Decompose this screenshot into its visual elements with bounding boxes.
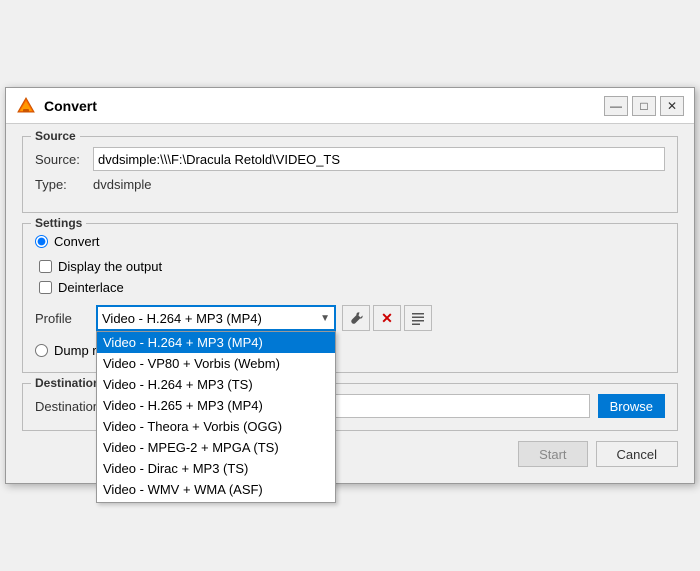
- delete-profile-button[interactable]: ✕: [373, 305, 401, 331]
- maximize-button[interactable]: □: [632, 96, 656, 116]
- window-title: Convert: [44, 98, 97, 114]
- source-input[interactable]: [93, 147, 665, 171]
- deinterlace-label: Deinterlace: [58, 280, 124, 295]
- title-bar-controls: — □ ✕: [604, 96, 684, 116]
- profile-option-3[interactable]: Video - H.265 + MP3 (MP4): [97, 395, 335, 416]
- new-profile-button[interactable]: [404, 305, 432, 331]
- profile-option-8[interactable]: Video - DIV3 + MP3 (ASF): [97, 500, 335, 502]
- deinterlace-checkbox[interactable]: [39, 281, 52, 294]
- list-icon: [411, 311, 425, 325]
- minimize-button[interactable]: —: [604, 96, 628, 116]
- main-window: Convert — □ ✕ Source Source: Type: dvdsi…: [5, 87, 695, 484]
- profile-label: Profile: [35, 311, 90, 326]
- convert-radio-row: Convert: [35, 234, 665, 249]
- display-output-checkbox[interactable]: [39, 260, 52, 273]
- type-field-row: Type: dvdsimple: [35, 177, 665, 192]
- browse-button[interactable]: Browse: [598, 394, 665, 418]
- profile-option-1[interactable]: Video - VP80 + Vorbis (Webm): [97, 353, 335, 374]
- delete-icon: ✕: [381, 310, 393, 327]
- type-value: dvdsimple: [93, 177, 152, 192]
- settings-group: Settings Convert Display the output Dein…: [22, 223, 678, 373]
- title-bar-left: Convert: [16, 96, 97, 116]
- display-output-label: Display the output: [58, 259, 162, 274]
- source-group-title: Source: [31, 129, 80, 143]
- source-field-row: Source:: [35, 147, 665, 171]
- profile-dropdown-inner[interactable]: Video - H.264 + MP3 (MP4) Video - VP80 +…: [97, 332, 335, 502]
- convert-radio-label: Convert: [54, 234, 100, 249]
- title-bar: Convert — □ ✕: [6, 88, 694, 124]
- profile-dropdown-list: Video - H.264 + MP3 (MP4) Video - VP80 +…: [96, 331, 336, 503]
- wrench-button[interactable]: [342, 305, 370, 331]
- wrench-icon: [349, 311, 363, 325]
- cancel-button[interactable]: Cancel: [596, 441, 678, 467]
- profile-option-6[interactable]: Video - Dirac + MP3 (TS): [97, 458, 335, 479]
- profile-actions: ✕: [342, 305, 432, 331]
- source-label: Source:: [35, 152, 85, 167]
- profile-dropdown-trigger[interactable]: Video - H.264 + MP3 (MP4): [96, 305, 336, 331]
- content-area: Source Source: Type: dvdsimple Settings …: [6, 124, 694, 483]
- profile-option-0[interactable]: Video - H.264 + MP3 (MP4): [97, 332, 335, 353]
- profile-option-5[interactable]: Video - MPEG-2 + MPGA (TS): [97, 437, 335, 458]
- close-button[interactable]: ✕: [660, 96, 684, 116]
- destination-group-title: Destination: [31, 376, 104, 390]
- convert-radio[interactable]: [35, 235, 48, 248]
- profile-selected-value: Video - H.264 + MP3 (MP4): [102, 311, 262, 326]
- display-output-row: Display the output: [39, 259, 665, 274]
- source-group: Source Source: Type: dvdsimple: [22, 136, 678, 213]
- profile-option-4[interactable]: Video - Theora + Vorbis (OGG): [97, 416, 335, 437]
- profile-option-7[interactable]: Video - WMV + WMA (ASF): [97, 479, 335, 500]
- dump-radio[interactable]: [35, 344, 48, 357]
- profile-option-2[interactable]: Video - H.264 + MP3 (TS): [97, 374, 335, 395]
- profile-row: Profile Video - H.264 + MP3 (MP4) Video …: [35, 305, 665, 331]
- type-label: Type:: [35, 177, 85, 192]
- start-button[interactable]: Start: [518, 441, 587, 467]
- deinterlace-row: Deinterlace: [39, 280, 665, 295]
- vlc-icon: [16, 96, 36, 116]
- profile-select-wrapper: Video - H.264 + MP3 (MP4) Video - H.264 …: [96, 305, 336, 331]
- settings-group-title: Settings: [31, 216, 86, 230]
